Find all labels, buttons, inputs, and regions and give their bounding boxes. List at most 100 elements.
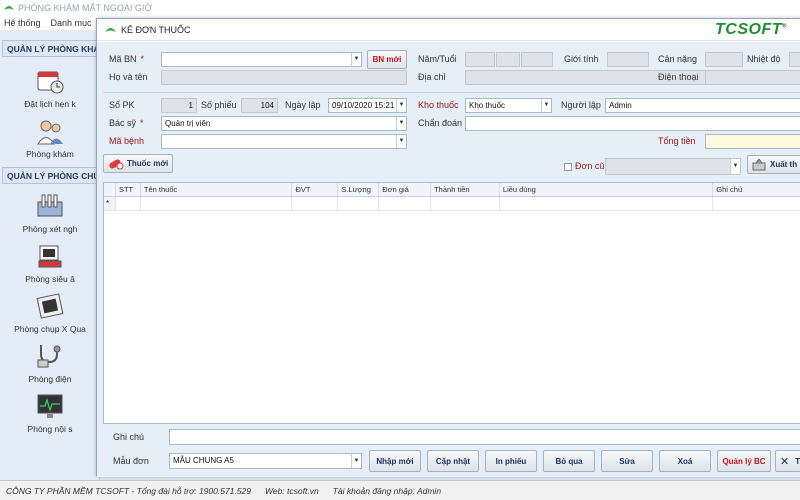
grid-row-header: [104, 183, 116, 196]
close-button[interactable]: ✕ T: [775, 450, 800, 472]
column-header[interactable]: ĐVT: [292, 183, 339, 196]
bo-qua-button[interactable]: Bỏ qua: [543, 450, 595, 472]
grid-cell[interactable]: [116, 197, 141, 210]
divider: [103, 92, 800, 93]
sidebar-item-endoscopy[interactable]: Phòng nội s: [0, 392, 99, 434]
chevron-down-icon[interactable]: ▼: [730, 159, 740, 174]
chevron-down-icon[interactable]: ▼: [351, 454, 361, 468]
prescription-dialog: KÊ ĐƠN THUỐC TCSOFT® Mã BN * ▼ BN mới Năm…: [96, 18, 800, 477]
ma-benh-select[interactable]: ▼: [161, 134, 407, 149]
sidebar-item-appointment[interactable]: Đặt lịch hẹn k: [0, 67, 99, 109]
so-pk-label: Số PK: [109, 100, 135, 110]
status-company: CÔNG TY PHẦN MỀM TCSOFT - Tổng đài hỗ tr…: [6, 485, 251, 496]
column-header[interactable]: Tên thuốc: [141, 183, 293, 196]
chevron-down-icon[interactable]: ▼: [396, 135, 406, 148]
sidebar-item-label: Đặt lịch hẹn k: [24, 99, 76, 109]
cap-nhat-button[interactable]: Cập nhật: [427, 450, 479, 472]
dien-thoai-input[interactable]: [705, 70, 800, 85]
grid-cell[interactable]: [500, 197, 714, 210]
column-header[interactable]: S.Lượng: [338, 183, 380, 196]
xoa-button[interactable]: Xoá: [659, 450, 711, 472]
status-bar: CÔNG TY PHẦN MỀM TCSOFT - Tổng đài hỗ tr…: [0, 480, 800, 500]
column-header[interactable]: STT: [116, 183, 141, 196]
dialog-title: KÊ ĐƠN THUỐC: [121, 24, 191, 35]
year-input[interactable]: [465, 52, 495, 67]
export-icon: [752, 158, 766, 170]
new-row-marker: *: [104, 197, 116, 210]
ma-benh-label: Mã bệnh: [109, 136, 145, 146]
gioi-tinh-label: Giới tính: [564, 54, 599, 64]
dia-chi-input[interactable]: [465, 70, 743, 85]
sidebar-section-clinic[interactable]: QUẢN LÝ PHÒNG KHÁM: [2, 40, 97, 57]
age-input[interactable]: [496, 52, 520, 67]
don-cu-select[interactable]: ▼: [605, 158, 741, 175]
don-cu-label: Đơn cũ: [575, 161, 605, 171]
mau-don-select[interactable]: MẪU CHUNG A5 ▼: [169, 453, 362, 469]
column-header[interactable]: Ghi chú: [713, 183, 800, 196]
chan-doan-input[interactable]: [465, 116, 800, 131]
ho-ten-label: Họ và tên: [109, 72, 148, 82]
chevron-down-icon[interactable]: ▼: [396, 99, 406, 112]
xuat-button[interactable]: Xuất th: [747, 155, 800, 174]
can-nang-input[interactable]: [705, 52, 743, 67]
nhap-moi-button[interactable]: Nhập mới: [369, 450, 421, 472]
sidebar-item-label: Phòng điện: [28, 374, 72, 384]
age-unit-input[interactable]: [521, 52, 553, 67]
sidebar-item-xray[interactable]: Phòng chụp X Qua: [0, 292, 99, 334]
dialog-titlebar[interactable]: KÊ ĐƠN THUỐC: [97, 19, 800, 41]
sidebar-item-label: Phòng khám: [26, 149, 74, 159]
menu-danh-muc[interactable]: Danh mục: [51, 18, 92, 28]
grid-cell[interactable]: [379, 197, 432, 210]
monitor-icon: [37, 394, 63, 418]
in-phieu-button[interactable]: In phiếu: [485, 450, 537, 472]
medicine-grid[interactable]: STT Tên thuốc ĐVT S.Lượng Đơn giá Thành …: [103, 182, 800, 424]
test-tubes-icon: [37, 194, 63, 217]
don-cu-checkbox[interactable]: [564, 163, 572, 171]
gioi-tinh-input[interactable]: [607, 52, 649, 67]
dialog-logo-icon: [105, 27, 116, 32]
tong-tien-label: Tổng tiền: [658, 136, 696, 146]
nguoi-lap-input[interactable]: Admin: [605, 98, 800, 113]
sidebar-section-functional[interactable]: QUẢN LÝ PHÒNG CHỨ: [2, 167, 97, 184]
sidebar-item-ecg-room[interactable]: Phòng điện: [0, 342, 99, 384]
thuoc-moi-button[interactable]: Thuốc mới: [103, 154, 173, 173]
column-header[interactable]: Liều dùng: [500, 183, 714, 196]
ma-bn-input[interactable]: ▼: [161, 52, 362, 67]
menu-he-thong[interactable]: Hệ thống: [4, 18, 41, 28]
grid-cell[interactable]: [431, 197, 500, 210]
dien-thoai-label: Điện thoại: [658, 72, 699, 82]
so-phieu-input[interactable]: 104: [241, 98, 278, 113]
grid-cell[interactable]: [141, 197, 293, 210]
close-icon: ✕: [780, 455, 790, 468]
nhiet-do-input[interactable]: [789, 52, 800, 67]
pill-icon: [109, 159, 124, 169]
grid-cell[interactable]: [338, 197, 380, 210]
chevron-down-icon[interactable]: ▼: [396, 117, 406, 130]
ho-ten-input[interactable]: [161, 70, 407, 85]
stethoscope-icon: [37, 345, 61, 368]
sidebar-item-ultrasound[interactable]: Phòng siêu â: [0, 242, 99, 284]
sidebar-item-lab[interactable]: Phòng xét ngh: [0, 192, 99, 234]
column-header[interactable]: Đơn giá: [379, 183, 432, 196]
bac-sy-select[interactable]: Quản trị viên ▼: [161, 116, 407, 131]
sidebar-item-clinic[interactable]: Phòng khám: [0, 117, 99, 159]
ma-bn-label: Mã BN *: [109, 54, 145, 64]
column-header[interactable]: Thành tiền: [431, 183, 500, 196]
mau-don-label: Mẫu đơn: [113, 456, 149, 466]
ghi-chu-input[interactable]: [169, 429, 800, 445]
status-web: Web: tcsoft.vn: [264, 485, 319, 496]
quan-ly-bc-button[interactable]: Quản lý BC: [717, 450, 771, 472]
chevron-down-icon[interactable]: ▼: [351, 53, 361, 66]
grid-cell[interactable]: [292, 197, 339, 210]
dia-chi-label: Địa chỉ: [418, 72, 446, 82]
nhiet-do-label: Nhiệt độ: [747, 54, 781, 64]
calendar-icon: [37, 71, 64, 94]
ngay-lap-input[interactable]: 09/10/2020 15:21 ▼: [328, 98, 407, 113]
sua-button[interactable]: Sửa: [601, 450, 653, 472]
chevron-down-icon[interactable]: ▼: [541, 99, 551, 112]
kho-thuoc-select[interactable]: Kho thuốc ▼: [465, 98, 552, 113]
grid-cell[interactable]: [713, 197, 800, 210]
so-pk-input[interactable]: 1: [161, 98, 197, 113]
bn-moi-button[interactable]: BN mới: [367, 50, 407, 69]
table-row[interactable]: *: [104, 197, 800, 211]
